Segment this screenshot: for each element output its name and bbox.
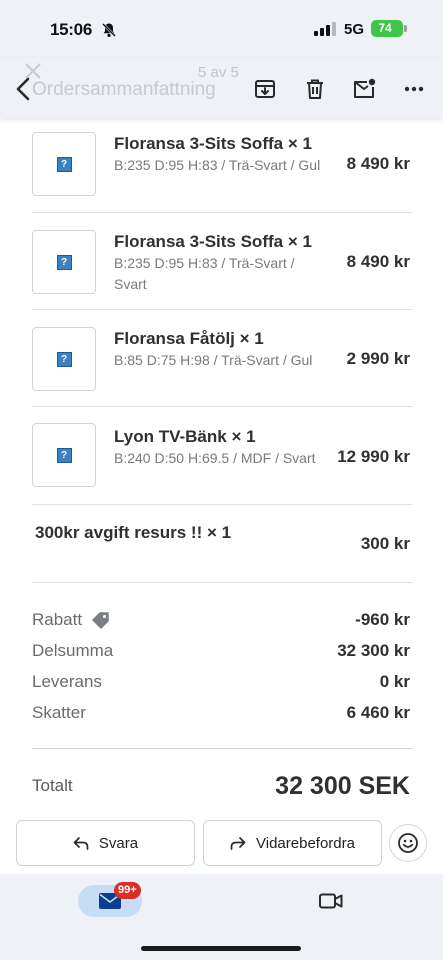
total-label: Totalt bbox=[32, 776, 73, 795]
item-name: Floransa 3-Sits Soffa × 1 bbox=[114, 134, 312, 153]
product-image: ? bbox=[32, 132, 96, 196]
mark-unread-icon bbox=[354, 78, 376, 98]
product-image: ? bbox=[32, 423, 96, 487]
broken-image-icon: ? bbox=[56, 447, 72, 463]
item-name: Floransa Fåtölj × 1 bbox=[114, 329, 264, 348]
item-variant: B:235 D:95 H:83 / Trä-Svart / Svart bbox=[114, 255, 295, 292]
reply-label: Svara bbox=[98, 834, 139, 852]
divider bbox=[32, 406, 412, 407]
discount-label: Rabatt bbox=[32, 610, 83, 629]
bottom-navigation: 99+ bbox=[0, 874, 443, 960]
item-name: Lyon TV-Bänk × 1 bbox=[114, 427, 256, 446]
signal-icon bbox=[314, 22, 336, 36]
list-item: ? Floransa 3-Sits Soffa × 1 B:235 D:95 H… bbox=[32, 228, 412, 308]
tag-icon bbox=[92, 612, 109, 629]
item-price: 8 490 kr bbox=[346, 252, 410, 271]
list-item: ? Floransa 3-Sits Soffa × 1 B:235 D:95 H… bbox=[32, 130, 412, 210]
forward-button[interactable]: Vidarebefordra bbox=[203, 820, 382, 866]
total-value: 32 300 SEK bbox=[275, 772, 410, 800]
delete-button[interactable] bbox=[300, 74, 330, 104]
smiley-icon bbox=[398, 833, 418, 853]
fee-name: 300kr avgift resurs !! × 1 bbox=[35, 523, 232, 542]
bell-muted-icon bbox=[102, 23, 116, 37]
divider bbox=[32, 582, 412, 583]
item-variant: B:240 D:50 H:69.5 / MDF / Svart bbox=[114, 450, 316, 466]
broken-image-icon: ? bbox=[56, 254, 72, 270]
reply-icon bbox=[73, 837, 89, 850]
item-variant: B:235 D:95 H:83 / Trä-Svart / Gul bbox=[114, 157, 321, 173]
status-bar: 15:06 5G 74 bbox=[0, 0, 443, 58]
product-image: ? bbox=[32, 230, 96, 294]
status-time: 15:06 bbox=[50, 20, 92, 39]
item-price: 2 990 kr bbox=[346, 349, 410, 368]
more-icon bbox=[404, 86, 424, 92]
shipping-value: 0 kr bbox=[379, 672, 410, 691]
item-name: Floransa 3-Sits Soffa × 1 bbox=[114, 232, 312, 251]
network-label: 5G bbox=[344, 21, 365, 38]
list-item: ? Floransa Fåtölj × 1 B:85 D:75 H:98 / T… bbox=[32, 325, 412, 405]
battery-icon: 74 bbox=[371, 20, 407, 37]
video-camera-icon bbox=[319, 893, 343, 909]
discount-value: -960 kr bbox=[355, 610, 410, 629]
emoji-reaction-button[interactable] bbox=[389, 824, 427, 862]
item-price: 8 490 kr bbox=[346, 154, 410, 173]
toolbar: 5 av 5 Ordersammanfattning bbox=[0, 58, 443, 118]
item-variant: B:85 D:75 H:98 / Trä-Svart / Gul bbox=[114, 352, 313, 368]
product-image: ? bbox=[32, 327, 96, 391]
shipping-label: Leverans bbox=[32, 672, 102, 691]
back-button[interactable] bbox=[8, 74, 38, 104]
subtotal-value: 32 300 kr bbox=[337, 641, 410, 660]
home-indicator[interactable] bbox=[141, 946, 301, 951]
page-title: Ordersammanfattning bbox=[32, 79, 216, 100]
item-price: 12 990 kr bbox=[337, 447, 410, 466]
archive-button[interactable] bbox=[250, 74, 280, 104]
divider bbox=[32, 504, 412, 505]
forward-icon bbox=[230, 837, 246, 850]
reply-button[interactable]: Svara bbox=[16, 820, 195, 866]
tax-value: 6 460 kr bbox=[346, 703, 410, 722]
fee-price: 300 kr bbox=[360, 534, 410, 553]
more-button[interactable] bbox=[399, 74, 429, 104]
archive-icon bbox=[255, 80, 275, 98]
list-item: ? Lyon TV-Bänk × 1 B:240 D:50 H:69.5 / M… bbox=[32, 423, 412, 503]
back-icon bbox=[16, 77, 30, 101]
divider bbox=[32, 748, 412, 749]
subtotal-label: Delsumma bbox=[32, 641, 114, 660]
unread-count-badge: 99+ bbox=[114, 882, 141, 899]
mark-unread-button[interactable] bbox=[349, 74, 379, 104]
tax-label: Skatter bbox=[32, 703, 86, 722]
trash-icon bbox=[307, 79, 323, 99]
divider bbox=[32, 212, 412, 213]
broken-image-icon: ? bbox=[56, 351, 72, 367]
forward-label: Vidarebefordra bbox=[256, 834, 355, 852]
nav-meet-tab[interactable] bbox=[318, 888, 344, 914]
battery-level: 74 bbox=[378, 21, 392, 35]
divider bbox=[32, 309, 412, 310]
broken-image-icon: ? bbox=[56, 156, 72, 172]
